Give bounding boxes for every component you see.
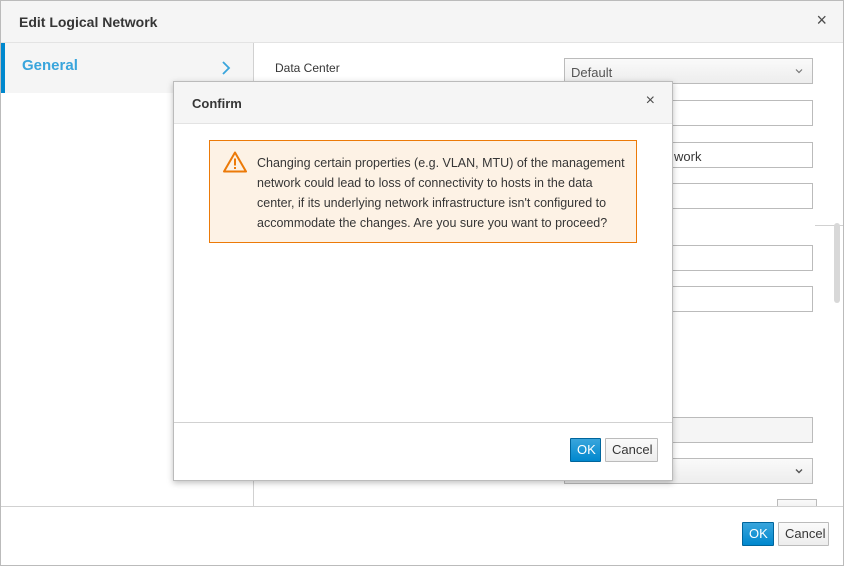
data-center-value: Default xyxy=(571,65,613,80)
chevron-down-icon xyxy=(795,69,803,74)
dialog-title: Edit Logical Network xyxy=(19,14,158,30)
alert-message: Changing certain properties (e.g. VLAN, … xyxy=(257,156,625,230)
scrollbar[interactable] xyxy=(834,223,840,303)
confirm-title: Confirm xyxy=(192,96,242,111)
partial-button[interactable] xyxy=(777,499,817,506)
warning-triangle-icon xyxy=(223,151,247,173)
close-icon[interactable]: × xyxy=(646,93,655,109)
description-field[interactable]: work xyxy=(664,142,813,168)
confirm-cancel-button[interactable]: Cancel xyxy=(605,438,658,462)
description-value: work xyxy=(674,149,702,164)
confirm-ok-button[interactable]: OK xyxy=(570,438,601,462)
confirm-dialog: Confirm × Changing certain properties (e… xyxy=(173,81,673,481)
disabled-field xyxy=(664,417,813,443)
confirm-footer: OK Cancel xyxy=(174,422,672,480)
confirm-header: Confirm × xyxy=(174,82,672,124)
mtu-field[interactable] xyxy=(664,286,813,312)
warning-alert: Changing certain properties (e.g. VLAN, … xyxy=(209,140,637,243)
name-field[interactable] xyxy=(664,100,813,126)
vlan-field[interactable] xyxy=(664,245,813,271)
chevron-right-icon xyxy=(222,61,231,75)
ok-button[interactable]: OK xyxy=(742,522,774,546)
sidebar-item-label: General xyxy=(22,57,78,74)
dialog-header: Edit Logical Network × xyxy=(1,1,843,43)
dialog-footer: OK Cancel xyxy=(1,506,843,565)
data-center-label: Data Center xyxy=(275,61,340,75)
close-icon[interactable]: × xyxy=(816,11,827,29)
cancel-button[interactable]: Cancel xyxy=(778,522,829,546)
chevron-down-icon xyxy=(795,469,803,474)
comment-field[interactable] xyxy=(664,183,813,209)
